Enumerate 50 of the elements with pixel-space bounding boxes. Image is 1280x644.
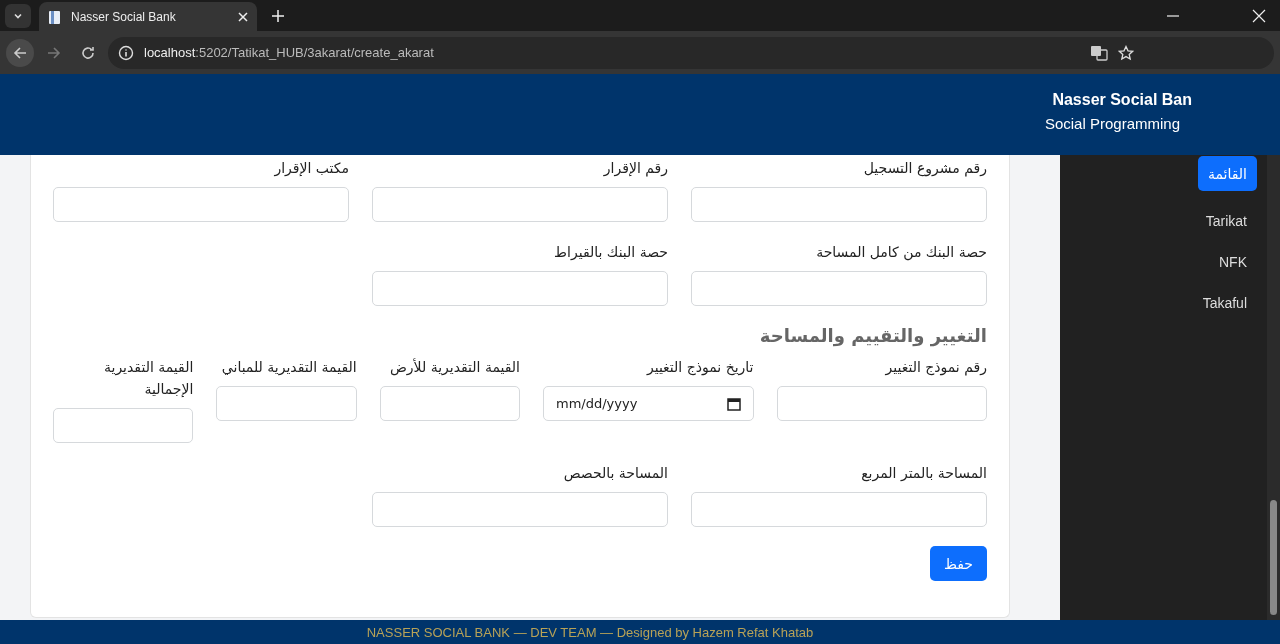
text-field[interactable] xyxy=(372,187,668,222)
field-label: تاريخ نموذج التغيير xyxy=(645,358,754,378)
browser-tab[interactable]: Nasser Social Bank xyxy=(39,2,257,31)
field-label: رقم نموذج التغيير xyxy=(884,358,987,378)
close-icon[interactable] xyxy=(1252,8,1266,23)
text-field[interactable] xyxy=(379,386,520,421)
sidebar-item[interactable]: Takaful xyxy=(1192,285,1257,320)
field-label: رقم مشروع التسجيل xyxy=(862,159,987,179)
sidebar-item[interactable]: NFK xyxy=(1209,244,1257,279)
date-field[interactable]: mm/dd/yyyy xyxy=(543,386,754,421)
back-button[interactable] xyxy=(6,38,34,67)
field-label: رقم الإقرار xyxy=(602,159,668,179)
field-label: حصة البنك بالقيراط xyxy=(553,243,668,262)
text-field[interactable] xyxy=(216,386,357,421)
field-label: القيمة التقديرية للأرض xyxy=(388,357,520,378)
document-icon xyxy=(47,8,63,25)
info-icon[interactable] xyxy=(118,44,134,61)
field-label: القيمة التقديرية الإجمالية xyxy=(103,358,194,399)
tab-list-button[interactable] xyxy=(5,3,31,28)
text-field[interactable] xyxy=(691,492,987,527)
save-button[interactable]: حفظ xyxy=(929,546,987,581)
app-title: Nasser Social Ban xyxy=(1052,91,1192,109)
field-label: حصة البنك من كامل المساحة xyxy=(815,243,987,263)
text-field[interactable] xyxy=(776,386,987,421)
footer-text: NASSER SOCIAL BANK — DEV TEAM — Designed by Hazem Refat Khatab xyxy=(366,624,814,640)
new-tab-icon[interactable] xyxy=(271,8,285,23)
back-arrow-icon xyxy=(12,44,28,61)
text-field[interactable] xyxy=(53,187,349,222)
calendar-icon[interactable] xyxy=(726,396,741,411)
app-subtitle: Social Programming xyxy=(1044,115,1180,132)
forward-arrow-icon xyxy=(46,44,62,61)
text-field[interactable] xyxy=(691,187,987,222)
field-label: مكتب الإقرار xyxy=(273,159,349,179)
field-label: المساحة بالمتر المربع xyxy=(860,464,987,484)
sidebar-item[interactable]: Tarikat xyxy=(1195,203,1257,238)
star-icon[interactable] xyxy=(1118,44,1134,61)
reload-icon xyxy=(80,44,96,61)
field-label: القيمة التقديرية للمباني xyxy=(220,358,357,378)
translate-icon[interactable] xyxy=(1090,43,1108,62)
address-field[interactable]: localhost:5202/Tatikat_HUB/3akarat/create_akarat xyxy=(108,36,1274,69)
text-field[interactable] xyxy=(372,492,668,527)
text-field[interactable] xyxy=(372,271,668,306)
text-field[interactable] xyxy=(691,271,987,306)
section-heading: التغيير والتقييم والمساحة xyxy=(758,325,987,346)
field-label: المساحة بالحصص xyxy=(562,464,668,484)
scrollbar[interactable] xyxy=(1267,155,1280,620)
sidebar-item[interactable]: القائمة xyxy=(1198,156,1257,191)
text-field[interactable] xyxy=(53,408,194,443)
tab-title: Nasser Social Bank xyxy=(71,9,177,24)
close-icon[interactable] xyxy=(237,10,249,23)
